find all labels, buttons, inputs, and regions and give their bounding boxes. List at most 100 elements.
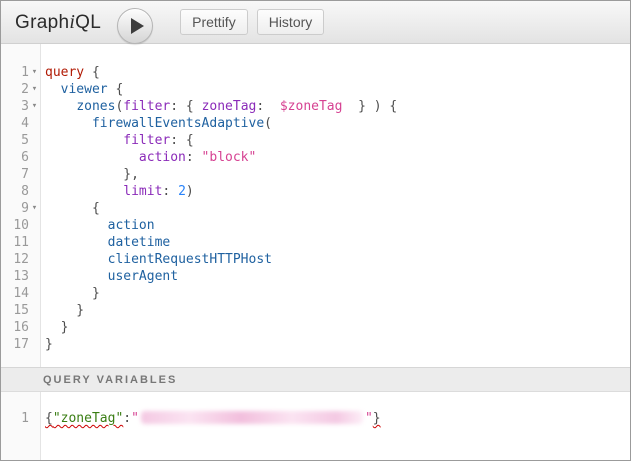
line-number: 8 (1, 183, 29, 200)
code-line: 14 } (1, 285, 630, 302)
code-line: 1▾query { (1, 64, 630, 81)
gutter-cell: 17 (1, 336, 40, 353)
line-number: 14 (1, 285, 29, 302)
line-number: 9 (1, 200, 29, 217)
line-number: 13 (1, 268, 29, 285)
line-number: 1 (1, 410, 29, 427)
query-editor[interactable]: 1▾query {2▾ viewer {3▾ zones(filter: { z… (1, 44, 630, 367)
code-line-text: datetime (40, 234, 170, 251)
gutter-cell: 8 (1, 183, 40, 200)
fold-spacer (29, 410, 40, 427)
code-token (45, 150, 139, 165)
fold-spacer (29, 183, 40, 200)
code-line-text: { (40, 200, 100, 217)
code-token: datetime (108, 235, 171, 250)
gutter-cell: 11 (1, 234, 40, 251)
code-token: } (45, 303, 84, 318)
gutter-cell: 1▾ (1, 64, 40, 81)
code-line: 15 } (1, 302, 630, 319)
code-line-text: clientRequestHTTPHost (40, 251, 272, 268)
code-line: 13 userAgent (1, 268, 630, 285)
code-token: ( (264, 116, 272, 131)
code-token: } (45, 320, 68, 335)
code-token: } ) { (342, 99, 397, 114)
prettify-button[interactable]: Prettify (180, 9, 248, 35)
fold-spacer (29, 149, 40, 166)
code-line: 2▾ viewer { (1, 81, 630, 98)
graphiql-window: GraphiQL Prettify History 1▾query {2▾ vi… (0, 0, 631, 461)
fold-spacer (29, 115, 40, 132)
execute-button[interactable] (117, 8, 153, 44)
code-token: } (45, 286, 100, 301)
gutter-cell: 6 (1, 149, 40, 166)
code-token (45, 218, 108, 233)
code-token: : { (170, 133, 193, 148)
code-token (45, 269, 108, 284)
code-token: zoneTag (202, 99, 257, 114)
code-token (45, 82, 61, 97)
line-number: 1 (1, 64, 29, 81)
fold-spacer (29, 166, 40, 183)
redacted-value (141, 411, 363, 424)
code-token (45, 235, 108, 250)
line-number: 11 (1, 234, 29, 251)
code-token (45, 133, 123, 148)
variables-line-tokens: {"zoneTag":""} (40, 410, 381, 427)
fold-spacer (29, 132, 40, 149)
code-token: filter (123, 99, 170, 114)
fold-spacer (29, 319, 40, 336)
line-number: 3 (1, 98, 29, 115)
gutter-cell: 5 (1, 132, 40, 149)
fold-spacer (29, 217, 40, 234)
code-line: 8 limit: 2) (1, 183, 630, 200)
code-token: limit (123, 184, 162, 199)
line-number: 5 (1, 132, 29, 149)
play-icon (131, 18, 144, 34)
fold-spacer (29, 302, 40, 319)
line-number: 6 (1, 149, 29, 166)
code-token: action (108, 218, 155, 233)
code-token: zones (76, 99, 115, 114)
code-token: { (45, 201, 100, 216)
code-token: : (162, 184, 178, 199)
code-token: firewallEventsAdaptive (92, 116, 264, 131)
gutter-cell: 13 (1, 268, 40, 285)
fold-chevron-down-icon[interactable]: ▾ (29, 200, 40, 217)
code-token (45, 99, 76, 114)
code-line-text: action (40, 217, 155, 234)
variables-title-bar[interactable]: QUERY VARIABLES (1, 367, 630, 392)
code-line: 6 action: "block" (1, 149, 630, 166)
line-number: 2 (1, 81, 29, 98)
code-token: ) (186, 184, 194, 199)
code-token (45, 116, 92, 131)
line-number: 7 (1, 166, 29, 183)
code-line-text: userAgent (40, 268, 178, 285)
code-line-text: query { (40, 64, 100, 81)
fold-spacer (29, 268, 40, 285)
fold-spacer (29, 285, 40, 302)
line-number: 10 (1, 217, 29, 234)
fold-chevron-down-icon[interactable]: ▾ (29, 98, 40, 115)
history-button[interactable]: History (257, 9, 325, 35)
fold-chevron-down-icon[interactable]: ▾ (29, 64, 40, 81)
gutter-cell: 15 (1, 302, 40, 319)
code-line: 3▾ zones(filter: { zoneTag: $zoneTag } )… (1, 98, 630, 115)
code-token: : (256, 99, 279, 114)
code-line-text: limit: 2) (40, 183, 194, 200)
variables-editor[interactable]: 1 {"zoneTag":""} (1, 392, 630, 460)
code-token: action (139, 150, 186, 165)
line-number: 16 (1, 319, 29, 336)
code-token: userAgent (108, 269, 178, 284)
code-token: } (373, 411, 381, 426)
variables-line: 1 {"zoneTag":""} (1, 410, 630, 427)
code-token: viewer (61, 82, 108, 97)
fold-spacer (29, 336, 40, 353)
line-number: 4 (1, 115, 29, 132)
code-line-text: } (40, 302, 84, 319)
fold-chevron-down-icon[interactable]: ▾ (29, 81, 40, 98)
gutter-cell: 12 (1, 251, 40, 268)
code-token: }, (45, 167, 139, 182)
line-number: 15 (1, 302, 29, 319)
gutter-cell: 14 (1, 285, 40, 302)
code-line-text: } (40, 285, 100, 302)
